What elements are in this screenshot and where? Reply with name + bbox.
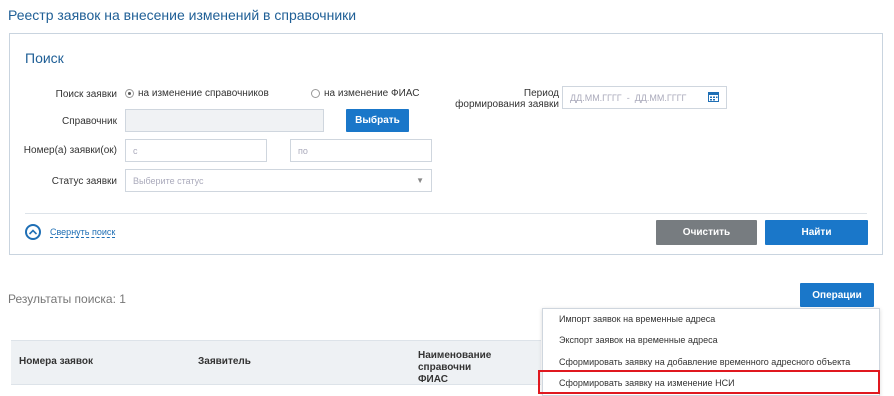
column-reference-name-line1: Наименование справочни [418, 350, 492, 373]
table-row[interactable] [11, 384, 541, 396]
status-placeholder: Выберите статус [133, 175, 204, 186]
request-number-to-input[interactable]: по [290, 139, 432, 162]
clear-button[interactable]: Очистить [656, 220, 757, 245]
calendar-icon[interactable] [708, 91, 719, 104]
request-number-label: Номер(а) заявки(ок) [23, 145, 117, 156]
column-reference-name[interactable]: Наименование справочни ФИАС [418, 350, 541, 386]
reference-label: Справочник [62, 116, 117, 127]
page-title: Реестр заявок на внесение изменений в сп… [8, 7, 357, 23]
menu-item-export-temp-addresses[interactable]: Экспорт заявок на временные адреса [559, 335, 718, 345]
chevron-up-circle-icon [25, 224, 41, 240]
chevron-down-icon: ▼ [416, 176, 424, 185]
status-select[interactable]: Выберите статус ▼ [125, 169, 432, 192]
results-count: Результаты поиска: 1 [8, 292, 126, 306]
status-label: Статус заявки [51, 176, 117, 187]
period-to-placeholder: ДД.ММ.ГГГГ [634, 92, 687, 103]
collapse-search-toggle[interactable]: Свернуть поиск [25, 224, 116, 240]
column-applicant[interactable]: Заявитель [198, 356, 251, 368]
period-label-line2: формирования заявки [455, 99, 559, 110]
search-panel: Поиск Поиск заявки на изменение справочн… [9, 33, 883, 255]
radio-reference-changes-label: на изменение справочников [138, 88, 269, 99]
period-label-line1: Период [523, 88, 559, 99]
period-date-range-input[interactable]: ДД.ММ.ГГГГ - ДД.ММ.ГГГГ [562, 86, 727, 109]
search-title: Поиск [25, 50, 64, 66]
request-number-from-input[interactable]: с [125, 139, 267, 162]
radio-reference-changes[interactable]: на изменение справочников [125, 88, 269, 99]
menu-item-create-temp-address-object[interactable]: Сформировать заявку на добавление времен… [559, 357, 850, 367]
radio-dot-checked [125, 89, 134, 98]
operations-button[interactable]: Операции [800, 283, 874, 307]
period-separator: - [626, 92, 630, 103]
highlight-frame [538, 370, 880, 394]
find-button[interactable]: Найти [765, 220, 868, 245]
radio-fias-changes-label: на изменение ФИАС [324, 88, 420, 99]
results-table-header: Номера заявок Заявитель Наименование спр… [11, 340, 541, 386]
select-button[interactable]: Выбрать [346, 109, 409, 132]
divider [25, 213, 867, 214]
period-from-placeholder: ДД.ММ.ГГГГ [570, 92, 622, 103]
collapse-search-link[interactable]: Свернуть поиск [50, 227, 116, 238]
radio-dot [311, 89, 320, 98]
menu-item-import-temp-addresses[interactable]: Импорт заявок на временные адреса [559, 314, 715, 324]
column-request-numbers[interactable]: Номера заявок [19, 356, 93, 368]
reference-input[interactable] [125, 109, 324, 132]
search-type-label: Поиск заявки [55, 89, 117, 100]
period-label: Период формирования заявки [430, 88, 559, 110]
radio-fias-changes[interactable]: на изменение ФИАС [311, 88, 419, 99]
